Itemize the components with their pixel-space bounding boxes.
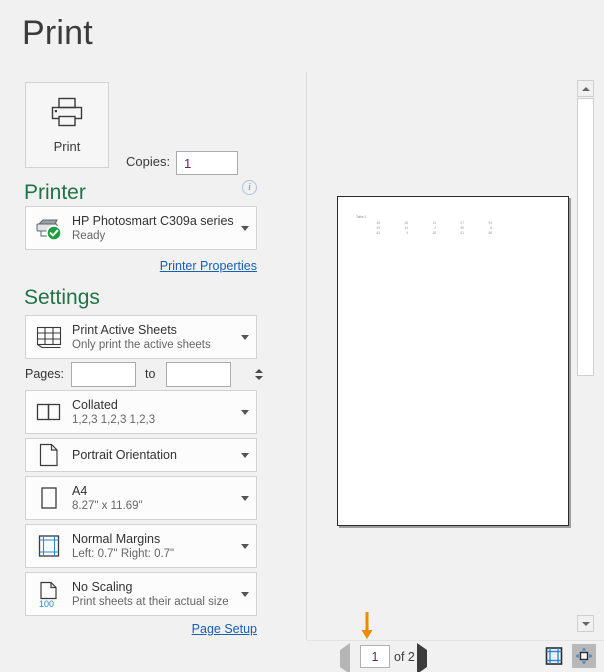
chevron-up-icon [581,86,590,91]
preview-table-cell: 88 [488,230,492,235]
preview-table-row: 63 4 38 51 88 [356,231,496,236]
show-margins-icon [545,647,563,665]
print-button-label: Print [53,138,81,154]
sidebar-item-print-range[interactable]: Print Active Sheets Only print the activ… [25,315,257,359]
copies-label: Copies: [126,154,171,169]
print-button[interactable]: Print [25,82,109,168]
page-number-input[interactable] [360,645,390,668]
pages-to-stepper[interactable] [166,362,358,387]
preview-table-cell: 63 [376,230,380,235]
paper-size-subtitle: 8.27" x 11.69" [72,500,143,512]
previous-page-button[interactable] [340,643,354,672]
info-icon[interactable]: i [242,180,257,195]
print-backstage-view: Print Print Copies: Pr [0,0,604,672]
chevron-down-icon[interactable] [234,452,256,458]
print-preview-pane: Table 1 48 36 11 27 94 49 44 2 55 8 63 4 38 51 88 [307,72,571,640]
print-range-title: Print Active Sheets [72,323,177,337]
chevron-down-icon[interactable] [234,591,256,597]
annotation-arrow-icon [360,612,374,640]
zoom-to-page-button[interactable] [572,644,596,668]
chevron-down-icon[interactable] [234,225,256,231]
printer-ready-icon [26,215,72,241]
arrow-left-icon [340,643,350,672]
page-title: Print [22,14,93,52]
scaling-title: No Scaling [72,580,133,594]
printer-section-heading: Printer [24,181,86,204]
preview-table-title: Table 1 [356,215,367,219]
show-margins-button[interactable] [542,644,566,668]
print-range-subtitle: Only print the active sheets [72,339,211,351]
pages-from-stepper[interactable] [71,362,263,387]
chevron-down-icon[interactable] [234,409,256,415]
settings-section-heading: Settings [24,286,100,309]
collation-subtitle: 1,2,3 1,2,3 1,2,3 [72,414,156,426]
next-page-button[interactable] [417,643,431,672]
scrollbar-thumb[interactable] [577,98,594,376]
printer-properties-link[interactable]: Printer Properties [137,259,257,273]
pages-label: Pages: [25,367,64,381]
paper-size-icon [26,486,72,510]
chevron-down-icon[interactable] [234,334,256,340]
sidebar-item-paper-size[interactable]: A4 8.27" x 11.69" [25,476,257,520]
printer-icon [50,97,84,132]
sidebar-item-collation[interactable]: Collated 1,2,3 1,2,3 1,2,3 [25,390,257,434]
preview-table: Table 1 48 36 11 27 94 49 44 2 55 8 63 4 38 51 88 [356,215,496,236]
orientation-title: Portrait Orientation [72,448,177,462]
pages-to-label: to [145,367,156,381]
preview-table-cell: 51 [460,230,464,235]
scroll-down-button[interactable] [577,615,594,632]
zoom-to-page-icon [575,647,593,665]
sidebar-item-orientation[interactable]: Portrait Orientation [25,438,257,472]
portrait-page-icon [26,443,72,467]
margins-subtitle: Left: 0.7" Right: 0.7" [72,548,175,560]
collation-title: Collated [72,398,118,412]
paper-size-title: A4 [72,484,88,498]
sheets-grid-icon [26,325,72,349]
preview-page: Table 1 48 36 11 27 94 49 44 2 55 8 63 4 38 51 88 [337,196,569,526]
svg-text:100: 100 [39,599,54,608]
scroll-up-button[interactable] [577,80,594,97]
print-settings-panel: Print Copies: Printer i [0,70,368,672]
sidebar-item-scaling[interactable]: 100 No Scaling Print sheets at their act… [25,572,257,616]
preview-scrollbar[interactable] [577,80,594,632]
printer-select[interactable]: HP Photosmart C309a series Ready [25,206,257,250]
printer-status: Ready [72,230,106,242]
collate-icon [26,402,72,422]
copies-stepper[interactable] [176,151,368,175]
sidebar-item-margins[interactable]: Normal Margins Left: 0.7" Right: 0.7" [25,524,257,568]
page-setup-link[interactable]: Page Setup [137,622,257,636]
preview-table-cell: 4 [406,230,408,235]
scaling-subtitle: Print sheets at their actual size [72,596,229,608]
page-count-label: of 2 [394,650,415,664]
chevron-down-icon[interactable] [234,543,256,549]
margins-title: Normal Margins [72,532,161,546]
printer-name: HP Photosmart C309a series [72,214,234,228]
scaling-icon: 100 [26,580,72,608]
chevron-down-icon [581,621,590,626]
arrow-right-icon [417,643,427,672]
preview-statusbar: of 2 [307,640,604,672]
chevron-down-icon[interactable] [234,495,256,501]
preview-table-cell: 38 [432,230,436,235]
margins-grid-icon [26,534,72,558]
